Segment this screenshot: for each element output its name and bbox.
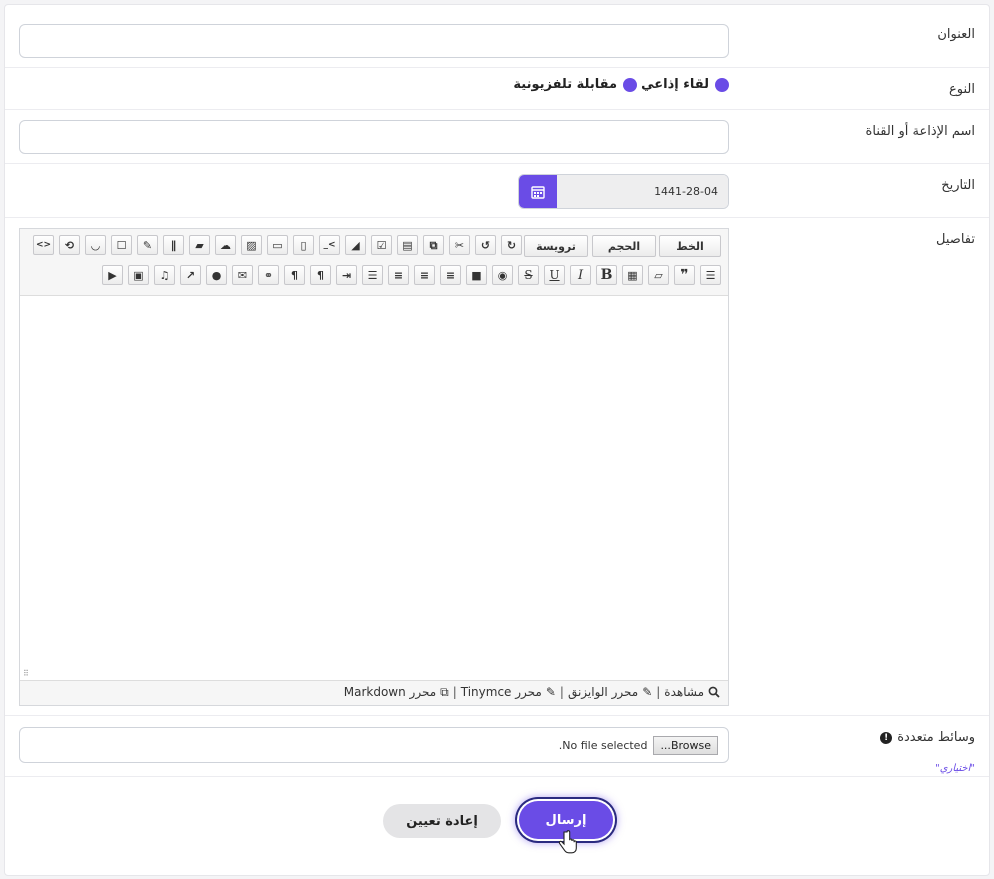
radio-label: مقابلة تلفزيونية bbox=[513, 77, 617, 92]
folder-open-icon[interactable]: ▱ bbox=[648, 265, 669, 285]
edit-icon: ✎ bbox=[545, 685, 556, 699]
wysiwyg-link[interactable]: محرر الوايزنق bbox=[568, 685, 638, 699]
date-row: التاريخ bbox=[5, 164, 989, 218]
undo-icon[interactable]: ↺ bbox=[475, 235, 496, 255]
browse-button[interactable]: Browse... bbox=[653, 735, 718, 755]
resize-handle-icon[interactable]: ⠿ bbox=[23, 669, 29, 678]
align-center-icon[interactable]: ≡ bbox=[414, 265, 435, 285]
link-icon[interactable]: ⚭ bbox=[258, 265, 279, 285]
markdown-link[interactable]: محرر Markdown bbox=[344, 685, 436, 699]
optional-hint: "اختياري" bbox=[935, 763, 975, 774]
file-icon[interactable]: ▯ bbox=[293, 235, 314, 255]
station-row: اسم الإذاعة أو القناة bbox=[5, 110, 989, 164]
align-right-icon[interactable]: ≡ bbox=[440, 265, 461, 285]
upload-icon[interactable]: ☁ bbox=[215, 235, 236, 255]
media-label: وسائط متعددة bbox=[897, 730, 975, 745]
background-color-icon[interactable]: ■ bbox=[466, 265, 487, 285]
reset-label: إعادة تعيين bbox=[406, 813, 478, 829]
italic-icon[interactable]: I bbox=[570, 265, 591, 285]
indent-icon[interactable]: ⇥ bbox=[336, 265, 357, 285]
radio-radio-interview[interactable]: لقاء إذاعي bbox=[641, 77, 729, 92]
toolbar-row-1: الخط الحجم ترويسة ↻ ↺ ✂ ⧉ ▤ ☑ ◢ >_ ▯ ▭ ▨… bbox=[20, 235, 728, 259]
frame-icon[interactable]: ▭ bbox=[267, 235, 288, 255]
edit-icon: ✎ bbox=[642, 685, 653, 699]
history-icon[interactable]: ⟲ bbox=[59, 235, 80, 255]
cut-icon[interactable]: ✂ bbox=[449, 235, 470, 255]
external-link-icon[interactable]: ↗ bbox=[180, 265, 201, 285]
heading-dropdown[interactable]: ترويسة bbox=[524, 235, 588, 257]
image-icon[interactable]: ▨ bbox=[241, 235, 262, 255]
station-input[interactable] bbox=[19, 120, 729, 154]
date-label: التاريخ bbox=[941, 178, 975, 193]
date-value: 1441-28-04 bbox=[557, 175, 728, 208]
editor-content-area[interactable]: ⠿ bbox=[20, 295, 728, 681]
editor-mode-bar: مشاهدة | ✎ محرر الوايزنق | ✎ محرر Tinymc… bbox=[20, 679, 728, 705]
rtl-paragraph-icon[interactable]: ¶ bbox=[310, 265, 331, 285]
media-label-wrap: وسائط متعددة ! bbox=[880, 730, 975, 745]
radio-dot[interactable] bbox=[623, 77, 637, 92]
palette-icon[interactable]: ◉ bbox=[492, 265, 513, 285]
youtube-icon[interactable]: ▶ bbox=[102, 265, 123, 285]
search-icon bbox=[708, 686, 720, 698]
radio-dot[interactable] bbox=[715, 77, 729, 92]
date-field[interactable]: 1441-28-04 bbox=[518, 174, 729, 209]
rich-text-editor: الخط الحجم ترويسة ↻ ↺ ✂ ⧉ ▤ ☑ ◢ >_ ▯ ▭ ▨… bbox=[19, 228, 729, 706]
title-label: العنوان bbox=[937, 27, 975, 42]
strikethrough-icon[interactable]: S bbox=[518, 265, 539, 285]
align-left-icon[interactable]: ≡ bbox=[388, 265, 409, 285]
title-row: العنوان bbox=[5, 5, 989, 68]
list-icon[interactable]: ☰ bbox=[700, 265, 721, 285]
copy-icon: ⧉ bbox=[440, 684, 449, 699]
file-status: No file selected. bbox=[558, 738, 648, 752]
details-label: تفاصيل bbox=[936, 232, 975, 247]
qrcode-icon[interactable]: ▦ bbox=[622, 265, 643, 285]
select-all-icon[interactable]: ☑ bbox=[371, 235, 392, 255]
eraser-icon[interactable]: ◢ bbox=[345, 235, 366, 255]
checkbox-edit-icon[interactable]: ☐ bbox=[111, 235, 132, 255]
separator: | bbox=[656, 685, 661, 699]
hand-cursor-icon bbox=[558, 830, 577, 854]
title-input[interactable] bbox=[19, 24, 729, 58]
video-icon[interactable]: ▣ bbox=[128, 265, 149, 285]
info-icon: ! bbox=[880, 731, 893, 744]
redo-icon[interactable]: ↻ bbox=[501, 235, 522, 255]
quote-icon[interactable]: ❞ bbox=[674, 265, 695, 285]
music-icon[interactable]: ♫ bbox=[154, 265, 175, 285]
reset-button[interactable]: إعادة تعيين bbox=[383, 804, 501, 838]
type-label: النوع bbox=[949, 82, 975, 97]
edit-icon[interactable]: ✎ bbox=[137, 235, 158, 255]
preview-link[interactable]: مشاهدة bbox=[664, 685, 704, 699]
separator: | bbox=[559, 685, 564, 699]
underline-icon[interactable]: U bbox=[544, 265, 565, 285]
station-label: اسم الإذاعة أو القناة bbox=[865, 124, 975, 139]
radio-tv-interview[interactable]: مقابلة تلفزيونية bbox=[513, 77, 637, 92]
radio-label: لقاء إذاعي bbox=[641, 77, 709, 92]
separator: | bbox=[452, 685, 457, 699]
ltr-paragraph-icon[interactable]: ¶ bbox=[284, 265, 305, 285]
bold-icon[interactable]: B bbox=[596, 265, 617, 285]
tinymce-link[interactable]: محرر Tinymce bbox=[461, 685, 542, 699]
calendar-icon bbox=[531, 185, 545, 199]
code-icon[interactable]: >_ bbox=[319, 235, 340, 255]
archive-icon[interactable]: ▰ bbox=[189, 235, 210, 255]
type-row: النوع لقاء إذاعي مقابلة تلفزيونية bbox=[5, 68, 989, 110]
toolbar-row-2: ☰ ❞ ▱ ▦ B I U S ◉ ■ ≡ ≡ ≡ ☰ ⇥ ¶ ¶ ⚭ ✉ ● … bbox=[20, 265, 728, 289]
copy-icon[interactable]: ⧉ bbox=[423, 235, 444, 255]
calendar-button[interactable] bbox=[519, 175, 557, 208]
comment-icon[interactable]: ● bbox=[206, 265, 227, 285]
source-code-icon[interactable]: <> bbox=[33, 235, 54, 255]
submit-label: إرسال bbox=[545, 812, 587, 828]
email-icon[interactable]: ✉ bbox=[232, 265, 253, 285]
font-dropdown[interactable]: الخط bbox=[659, 235, 721, 257]
justify-icon[interactable]: ☰ bbox=[362, 265, 383, 285]
attachment-icon[interactable]: ∥ bbox=[163, 235, 184, 255]
size-dropdown[interactable]: الحجم bbox=[592, 235, 656, 257]
form-card: العنوان النوع لقاء إذاعي مقابلة تلفزيوني… bbox=[4, 4, 990, 876]
file-input[interactable]: Browse... No file selected. bbox=[19, 727, 729, 763]
smiley-icon[interactable]: ◡ bbox=[85, 235, 106, 255]
paste-icon[interactable]: ▤ bbox=[397, 235, 418, 255]
